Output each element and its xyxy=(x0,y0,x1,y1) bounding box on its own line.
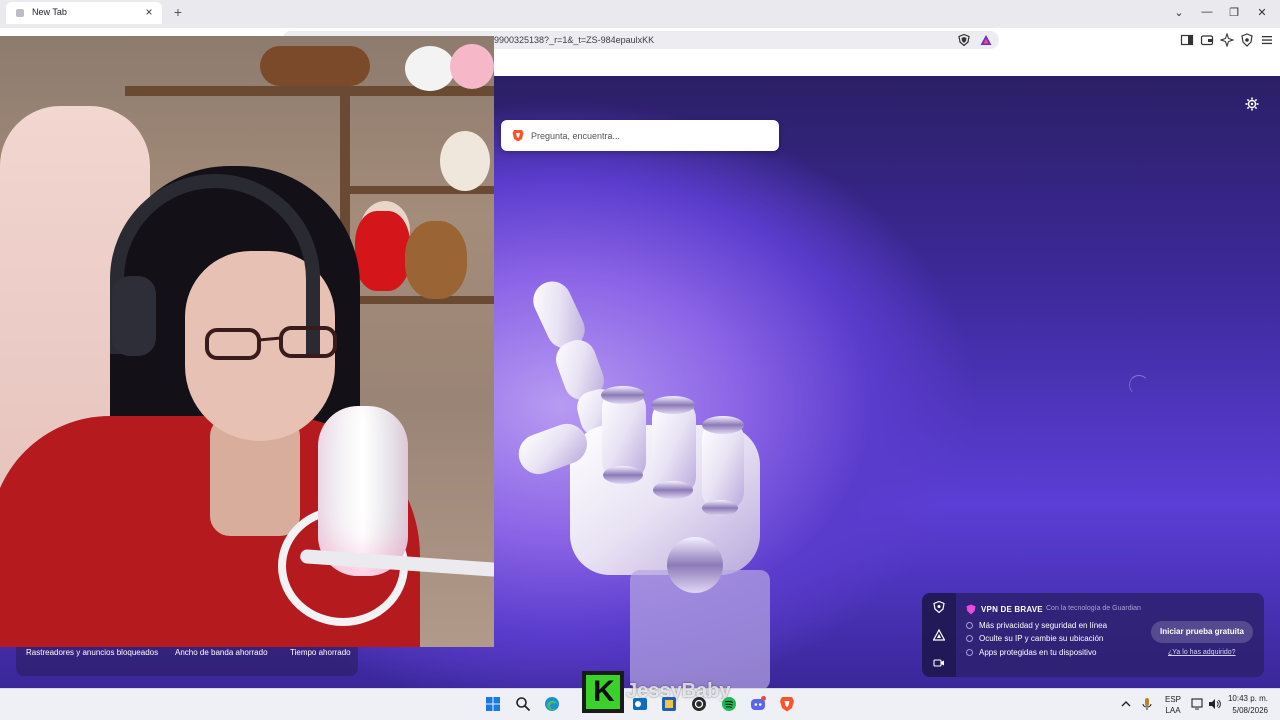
windows-start-icon[interactable] xyxy=(485,696,501,712)
robot-hand-illustration xyxy=(518,281,770,690)
tray-overflow-chevron-icon[interactable] xyxy=(1120,698,1132,710)
brave-rewards-icon[interactable] xyxy=(980,34,992,46)
vpn-feature: Oculte su IP y cambie su ubicación xyxy=(966,634,1103,643)
widget-rail xyxy=(922,593,956,677)
tab-search-dropdown-icon[interactable]: ⌄ xyxy=(1169,6,1189,19)
rail-rewards-icon[interactable] xyxy=(933,629,945,641)
elmo-plush xyxy=(355,211,410,291)
clock-date[interactable]: 5/08/2026 xyxy=(1218,706,1268,715)
microphone-tray-icon[interactable] xyxy=(1141,697,1153,711)
language-top[interactable]: ESP xyxy=(1161,695,1185,704)
vpn-widget: VPN DE BRAVE Con la tecnología de Guardi… xyxy=(922,593,1264,677)
vpn-feature-text: Apps protegidas en tu dispositivo xyxy=(979,648,1097,657)
obs-icon[interactable] xyxy=(691,696,707,712)
headset-earcup xyxy=(112,276,156,356)
vpn-shield-icon[interactable] xyxy=(1240,33,1254,47)
spotify-icon[interactable] xyxy=(721,696,737,712)
rail-talk-icon[interactable] xyxy=(933,657,945,669)
check-icon xyxy=(966,635,973,642)
vpn-feature-text: Más privacidad y seguridad en línea xyxy=(979,621,1108,630)
capybara-plush xyxy=(405,221,467,299)
url-text[interactable]: 9900325138?_r=1&_t=ZS-984epaulxKK xyxy=(494,35,654,45)
tab-close-icon[interactable]: × xyxy=(142,5,156,19)
check-icon xyxy=(966,649,973,656)
tab-favicon-icon xyxy=(16,9,24,17)
restore-icon[interactable]: ❐ xyxy=(1224,6,1244,19)
brave-logo-icon xyxy=(512,130,524,142)
guitar-case xyxy=(260,46,370,86)
vpn-feature-text: Oculte su IP y cambie su ubicación xyxy=(979,634,1104,643)
network-icon[interactable] xyxy=(1191,697,1205,711)
clock-time[interactable]: 10:43 p. m. xyxy=(1218,694,1268,703)
minimize-icon[interactable]: — xyxy=(1197,6,1217,18)
tab-title: New Tab xyxy=(32,7,67,17)
stat-bandwidth-label: Ancho de banda ahorrado xyxy=(175,648,268,657)
tab-new-tab[interactable]: New Tab × xyxy=(6,2,162,24)
brave-taskbar-icon[interactable] xyxy=(779,696,795,712)
search-input[interactable] xyxy=(531,126,766,145)
vpn-title: VPN DE BRAVE xyxy=(981,605,1043,614)
edge-icon[interactable] xyxy=(544,696,560,712)
vpn-powered-by: Con la tecnología de Guardian xyxy=(1046,605,1141,612)
brave-shields-icon[interactable] xyxy=(958,34,970,46)
kick-logo-letter: K xyxy=(586,675,620,709)
already-purchased-link[interactable]: ¿Ya lo has adquirido? xyxy=(1168,649,1236,656)
menu-icon[interactable] xyxy=(1260,33,1274,47)
language-bottom[interactable]: LAA xyxy=(1161,706,1185,715)
vpn-feature: Apps protegidas en tu dispositivo xyxy=(966,648,1096,657)
search-icon[interactable] xyxy=(515,696,531,712)
vpn-feature: Más privacidad y seguridad en línea xyxy=(966,621,1107,630)
discord-icon[interactable] xyxy=(750,696,766,712)
tab-strip: New Tab × + ⌄ — ❐ ✕ xyxy=(0,0,1280,28)
new-tab-button[interactable]: + xyxy=(170,4,186,20)
close-window-icon[interactable]: ✕ xyxy=(1252,6,1272,19)
webcam-overlay xyxy=(0,36,494,647)
glasses xyxy=(205,326,337,360)
photos-app-icon[interactable] xyxy=(661,696,677,712)
sidebar-toggle-icon[interactable] xyxy=(1180,33,1194,47)
outlook-icon[interactable] xyxy=(632,696,648,712)
shelf-board xyxy=(340,296,494,304)
pink-plush xyxy=(450,44,494,89)
white-plush xyxy=(440,131,490,191)
panda-plush xyxy=(405,46,455,91)
vpn-badge-icon xyxy=(966,604,976,615)
settings-gear-icon[interactable] xyxy=(1245,97,1259,111)
search-box[interactable] xyxy=(501,120,779,151)
start-free-trial-button[interactable]: Iniciar prueba gratuita xyxy=(1151,621,1253,643)
wallet-icon[interactable] xyxy=(1200,33,1214,47)
stat-trackers-label: Rastreadores y anuncios bloqueados xyxy=(26,648,159,657)
kick-logo: K xyxy=(582,671,624,713)
rail-vpn-icon[interactable] xyxy=(933,601,945,613)
loading-spinner-icon xyxy=(1129,375,1149,395)
stat-time-label: Tiempo ahorrado xyxy=(290,648,351,657)
leo-ai-icon[interactable] xyxy=(1220,33,1234,47)
check-icon xyxy=(966,622,973,629)
